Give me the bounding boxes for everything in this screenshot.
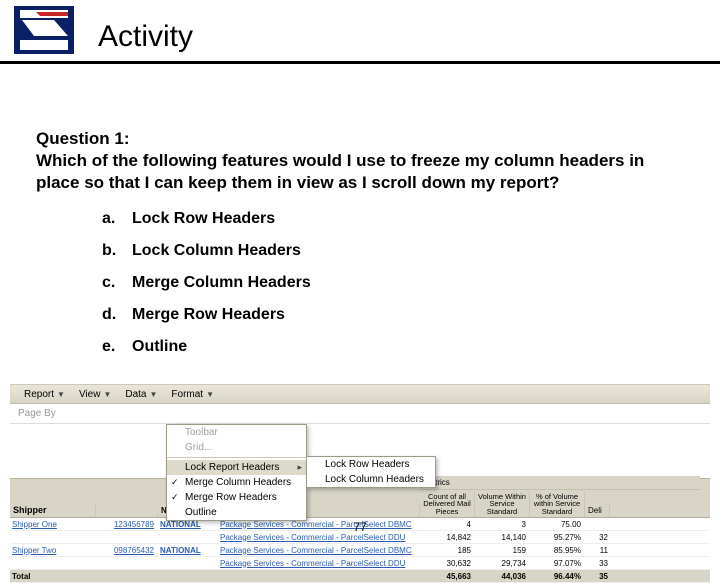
col-shipper: Shipper: [10, 503, 96, 517]
chevron-down-icon: ▼: [57, 390, 65, 399]
menu-toolbar[interactable]: Toolbar: [167, 425, 306, 440]
toolbar-report[interactable]: Report▼: [18, 389, 71, 400]
chevron-down-icon: ▼: [206, 390, 214, 399]
toolbar-view[interactable]: View▼: [73, 389, 117, 400]
menu-merge-column-headers[interactable]: Merge Column Headers: [167, 475, 306, 490]
menu-outline[interactable]: Outline: [167, 505, 306, 520]
question-block: Question 1: Which of the following featu…: [36, 128, 686, 194]
choice-b: b.Lock Column Headers: [102, 242, 311, 260]
col-metric-2: Volume Within Service Standard: [475, 491, 530, 518]
table-row: Package Services - Commercial - ParcelSe…: [10, 557, 710, 570]
page-by-label: Page By: [18, 408, 56, 419]
chevron-down-icon: ▼: [103, 390, 111, 399]
flyout-lock-row-headers[interactable]: Lock Row Headers: [307, 457, 435, 472]
report-toolbar: Report▼ View▼ Data▼ Format▼: [10, 384, 710, 404]
toolbar-format[interactable]: Format▼: [165, 389, 220, 400]
choices-list: a.Lock Row Headers b.Lock Column Headers…: [102, 210, 311, 370]
col-blank: [96, 513, 158, 517]
toolbar-data[interactable]: Data▼: [119, 389, 163, 400]
table-row: Shipper Two 098765432 NATIONAL Package S…: [10, 544, 710, 557]
menu-merge-row-headers[interactable]: Merge Row Headers: [167, 490, 306, 505]
col-metric-3: % of Volume within Service Standard: [530, 491, 585, 518]
format-dropdown: Toolbar Grid... Lock Report Headers Merg…: [166, 424, 307, 521]
metrics-group-label: Metrics: [420, 476, 700, 490]
page-number: 77: [0, 520, 720, 534]
choice-c: c.Merge Column Headers: [102, 274, 311, 292]
col-metric-1: Count of all Delivered Mail Pieces: [420, 491, 475, 518]
report-screenshot: Report▼ View▼ Data▼ Format▼ Page By Tool…: [10, 384, 710, 583]
header: Activity: [0, 0, 720, 64]
menu-separator: [167, 457, 306, 458]
flyout-lock-column-headers[interactable]: Lock Column Headers: [307, 472, 435, 487]
menu-grid[interactable]: Grid...: [167, 440, 306, 455]
choice-a: a.Lock Row Headers: [102, 210, 311, 228]
table-total-row: Total 45,663 44,036 96.44% 35: [10, 570, 710, 583]
col-metric-4: Deli: [585, 504, 610, 517]
choice-e: e.Outline: [102, 338, 311, 356]
page-by-row: Page By: [10, 404, 710, 424]
lock-headers-flyout: Lock Row Headers Lock Column Headers: [306, 456, 436, 488]
choice-d: d.Merge Row Headers: [102, 306, 311, 324]
slide-title: Activity: [98, 20, 193, 54]
question-text: Which of the following features would I …: [36, 151, 644, 192]
chevron-down-icon: ▼: [149, 390, 157, 399]
usps-logo-icon: [14, 6, 74, 54]
menu-lock-headers[interactable]: Lock Report Headers: [167, 460, 306, 475]
question-label: Question 1:: [36, 129, 130, 148]
